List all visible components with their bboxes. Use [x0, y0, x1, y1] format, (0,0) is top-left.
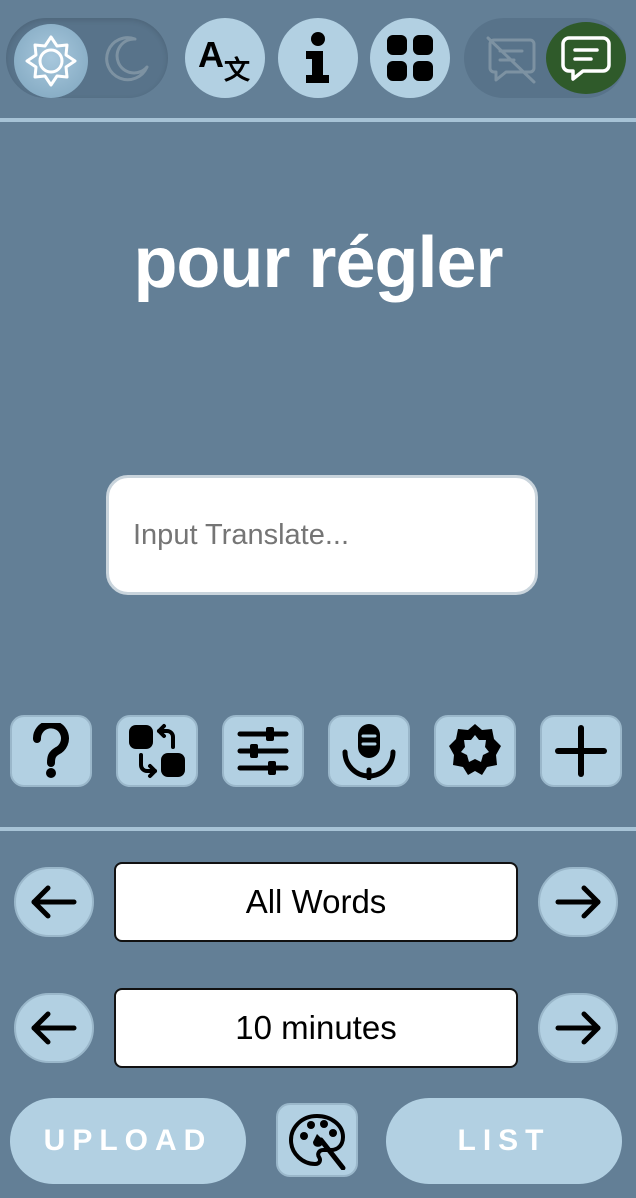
palette-icon [289, 1114, 346, 1170]
chat-off-icon[interactable] [478, 24, 544, 94]
settings-button[interactable] [222, 715, 304, 787]
swap-button[interactable] [116, 715, 198, 787]
info-icon [306, 32, 329, 83]
word-filter-prev-button[interactable] [14, 867, 94, 937]
arrow-right-icon [555, 1011, 601, 1045]
sliders-icon [237, 727, 289, 775]
upload-label: UPLOAD [43, 1124, 213, 1157]
svg-text:文: 文 [224, 55, 251, 83]
achievements-button[interactable] [434, 715, 516, 787]
list-button[interactable]: LIST [386, 1098, 622, 1184]
arrow-left-icon [31, 885, 77, 919]
duration-select[interactable]: 10 minutes [114, 988, 518, 1068]
duration-next-button[interactable] [538, 993, 618, 1063]
arrow-right-icon [555, 885, 601, 919]
header-divider [0, 118, 636, 122]
word-filter-next-button[interactable] [538, 867, 618, 937]
chat-button[interactable] [546, 22, 626, 94]
question-icon [33, 723, 69, 778]
arrow-left-icon [31, 1011, 77, 1045]
toolbar-divider [0, 827, 636, 831]
apps-button[interactable] [370, 18, 450, 98]
add-button[interactable] [540, 715, 622, 787]
svg-text:A: A [198, 34, 224, 75]
help-button[interactable] [10, 715, 92, 787]
apps-grid-icon [387, 35, 433, 81]
current-word: pour régler [133, 223, 503, 303]
translate-input[interactable] [106, 475, 538, 595]
duration-prev-button[interactable] [14, 993, 94, 1063]
sun-icon[interactable] [14, 24, 88, 98]
translate-button[interactable]: A 文 [185, 18, 265, 98]
moon-icon[interactable] [94, 24, 160, 94]
chat-icon [561, 36, 611, 81]
microphone-icon [342, 724, 396, 780]
list-label: LIST [457, 1124, 551, 1157]
info-button[interactable] [278, 18, 358, 98]
swap-icon [129, 724, 185, 778]
plus-icon [555, 725, 607, 777]
translate-icon: A 文 [198, 34, 251, 83]
theme-palette-button[interactable] [276, 1103, 358, 1177]
word-filter-select[interactable]: All Words [114, 862, 518, 942]
upload-button[interactable]: UPLOAD [10, 1098, 246, 1184]
badge-icon [449, 724, 501, 775]
microphone-button[interactable] [328, 715, 410, 787]
